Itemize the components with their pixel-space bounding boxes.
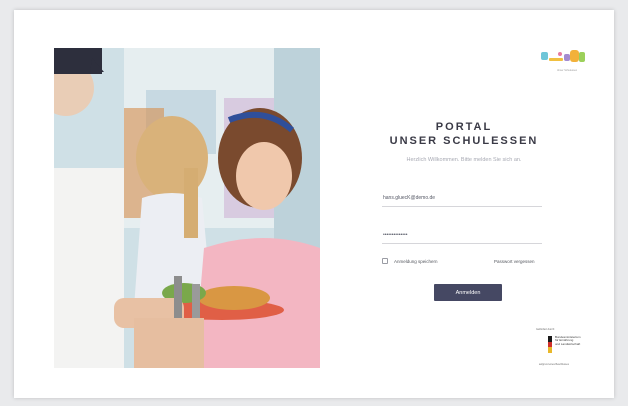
password-field[interactable]: •••••••••••••• [382, 228, 542, 244]
checkbox-icon[interactable] [382, 258, 388, 264]
portal-subtitle-title: UNSER SCHULESSEN [389, 135, 539, 147]
remember-label: Anmeldung speichern [394, 258, 438, 264]
hero-photo [54, 48, 320, 368]
portal-title: PORTAL [435, 121, 493, 133]
hero-illustration [54, 48, 320, 368]
sponsor-label: Gefördert durch: [536, 328, 555, 331]
sponsor-ministry: Bundesministerium für Ernährung und Land… [555, 335, 595, 346]
login-card: Unser Schulessen PORTAL UNSER SCHULESSEN… [14, 10, 614, 398]
password-value: •••••••••••••• [383, 232, 408, 238]
login-button[interactable]: Anmelden [434, 284, 502, 301]
logo-caption: Unser Schulessen [556, 69, 578, 72]
email-field[interactable]: hans.gluecK@demo.de [382, 191, 542, 207]
federal-eagle-icon [548, 336, 552, 353]
welcome-text: Herzlich Willkommen. Bitte melden Sie si… [406, 157, 522, 163]
sponsor-footnote: aufgrund eines Beschlusses [539, 363, 569, 366]
email-value: hans.gluecK@demo.de [383, 195, 436, 201]
forgot-password-link[interactable]: Passwort vergessen [494, 259, 535, 264]
sponsor-line-3: und Landwirtschaft [555, 341, 581, 346]
remember-me[interactable]: Anmeldung speichern [382, 258, 438, 264]
